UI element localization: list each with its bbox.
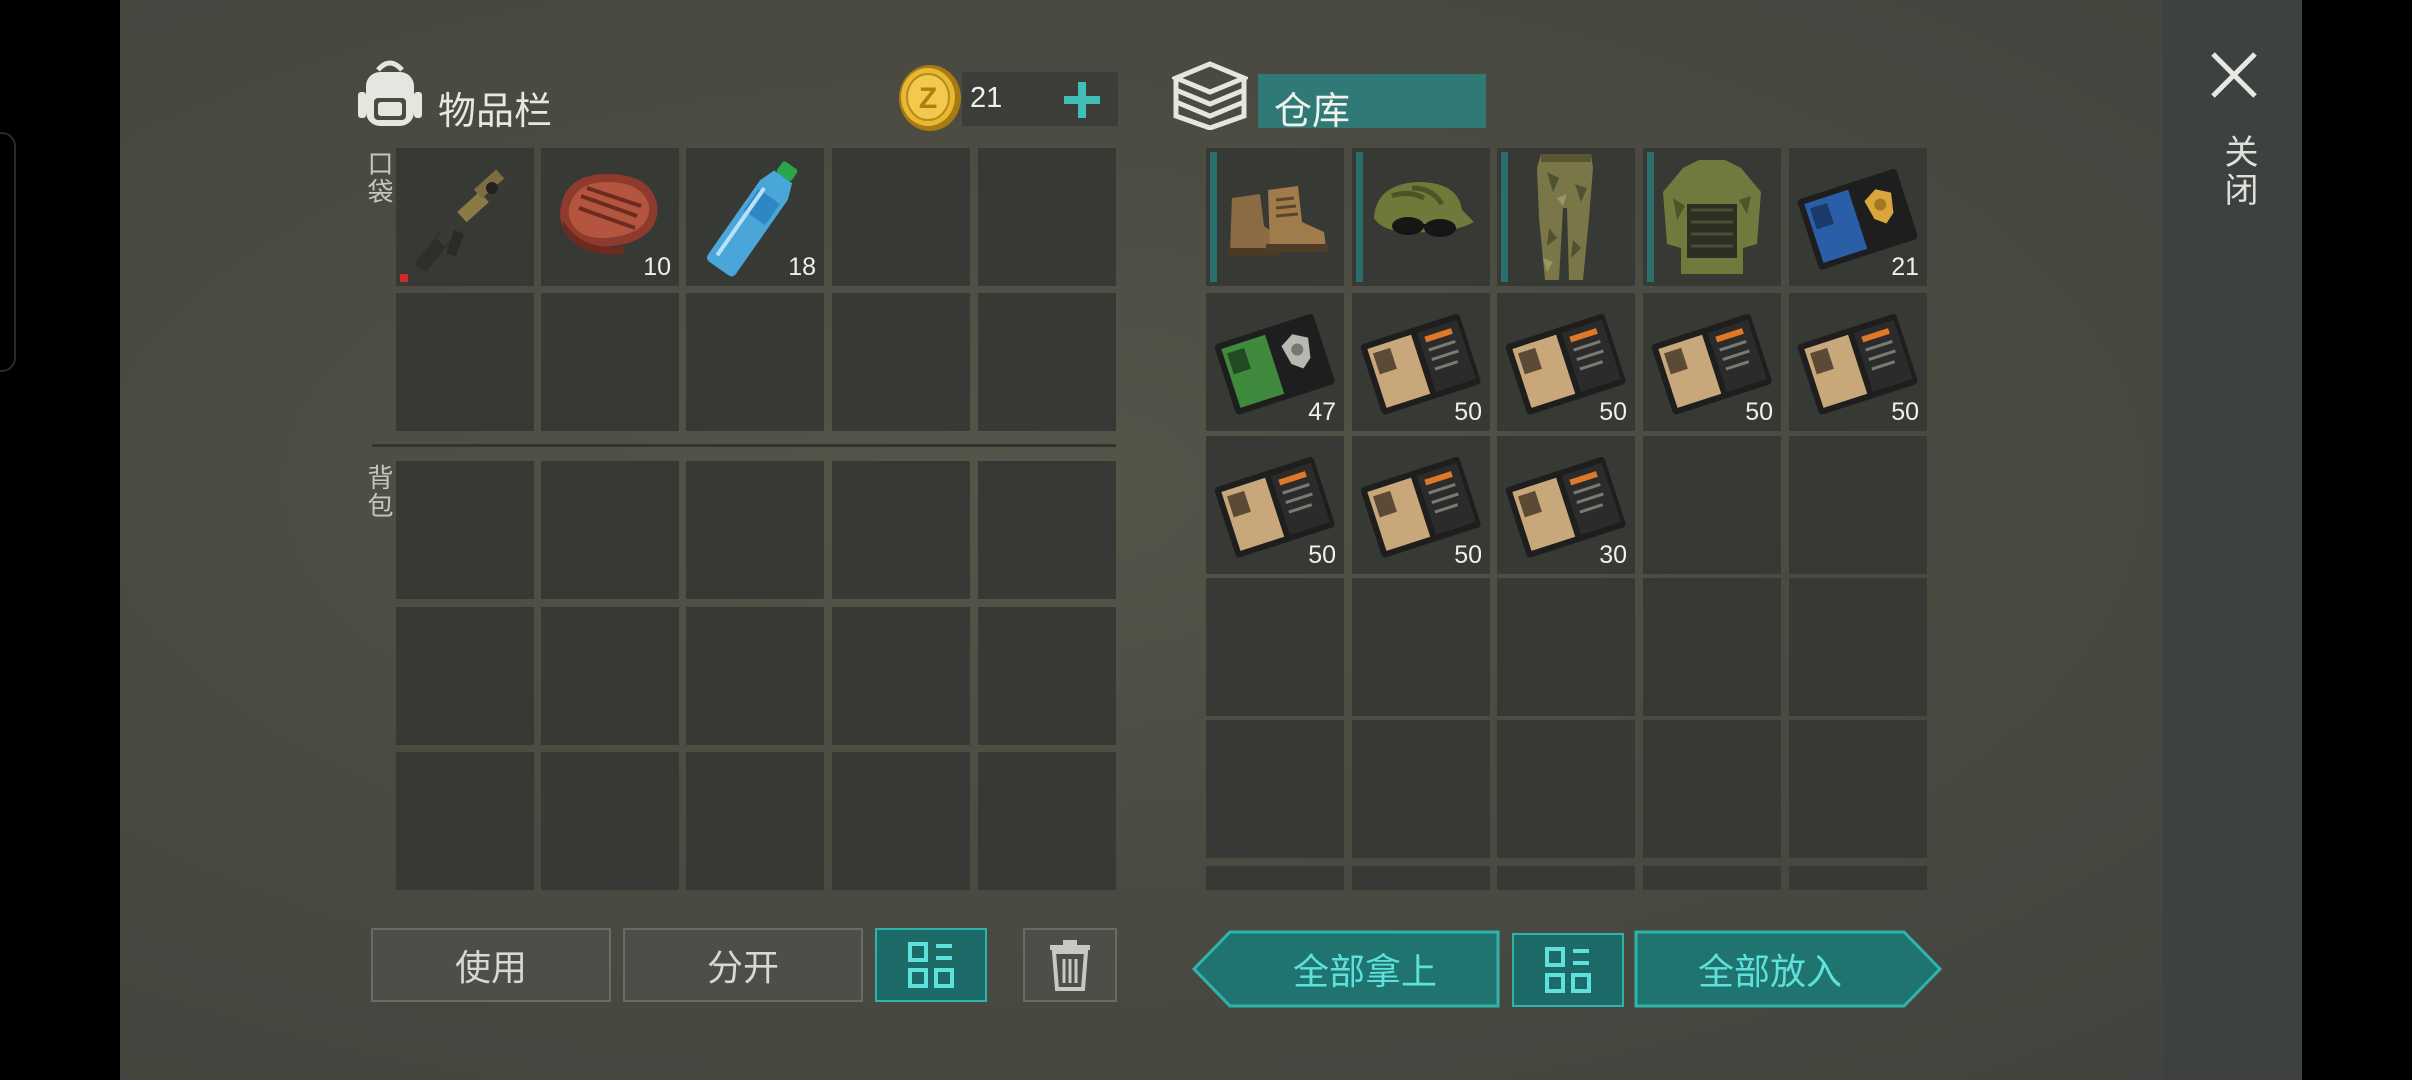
item-quantity: 10 [643,253,671,281]
grid-sort-icon [1545,947,1591,993]
backpack-slot[interactable] [686,752,824,890]
storage-slot-partial[interactable] [1643,866,1781,890]
storage-slot[interactable] [1352,720,1490,858]
pocket-slot[interactable] [396,293,534,431]
zcoin-icon: Z [899,65,961,131]
backpack-label: 背包 [363,464,393,520]
item-quantity: 50 [1599,398,1627,426]
backpack-slot[interactable] [686,461,824,599]
storage-slot[interactable] [1352,148,1490,286]
storage-slot[interactable]: 50 [1206,436,1344,574]
item-quantity: 50 [1891,398,1919,426]
backpack-slot[interactable] [832,607,970,745]
pocket-slot[interactable] [832,293,970,431]
storage-slot[interactable] [1643,720,1781,858]
pocket-slot[interactable] [978,293,1116,431]
pocket-slot[interactable] [832,148,970,286]
storage-slot[interactable]: 50 [1352,293,1490,431]
close-icon[interactable] [2209,50,2259,100]
add-coins-icon[interactable] [1062,80,1102,120]
storage-slot[interactable] [1789,578,1927,716]
backpack-slot[interactable] [832,461,970,599]
item-quantity: 47 [1308,398,1336,426]
storage-slot[interactable] [1643,148,1781,286]
item-quantity: 50 [1454,398,1482,426]
item-quantity: 50 [1454,541,1482,569]
backpack-slot[interactable] [396,607,534,745]
pocket-label: 口袋 [363,150,393,206]
item-quantity: 18 [788,253,816,281]
backpack-icon [358,60,422,126]
backpack-slot[interactable] [978,461,1116,599]
backpack-slot[interactable] [396,461,534,599]
cap-with-sunglasses-icon [1374,182,1474,237]
storage-slot[interactable] [1789,436,1927,574]
item-quantity: 50 [1308,541,1336,569]
coin-balance: 21 [970,82,1003,114]
pocket-slot[interactable] [686,293,824,431]
storage-slot-partial[interactable] [1789,866,1927,890]
storage-slot-partial[interactable] [1497,866,1635,890]
item-quantity: 50 [1745,398,1773,426]
backpack-slot[interactable] [541,607,679,745]
item-quantity: 30 [1599,541,1627,569]
pocket-slot[interactable] [396,148,534,286]
boots-icon [1228,186,1328,256]
storage-slot[interactable]: 50 [1352,436,1490,574]
pocket-slot[interactable] [541,293,679,431]
split-button[interactable]: 分开 [623,928,863,1002]
close-label[interactable]: 关闭 [2214,134,2263,210]
svg-text:Z: Z [919,82,937,115]
storage-slot[interactable] [1206,148,1344,286]
storage-slot[interactable] [1497,578,1635,716]
grid-sort-icon [908,942,954,988]
storage-slot[interactable] [1643,436,1781,574]
backpack-slot[interactable] [832,752,970,890]
storage-slot[interactable] [1497,148,1635,286]
pocket-slot[interactable]: 10 [541,148,679,286]
storage-slot[interactable] [1206,720,1344,858]
backpack-slot[interactable] [978,607,1116,745]
backpack-slot[interactable] [541,461,679,599]
trash-button[interactable] [1023,928,1117,1002]
backpack-slot[interactable] [686,607,824,745]
equipped-marker [400,274,408,282]
backpack-slot[interactable] [978,752,1116,890]
storage-slot[interactable] [1789,720,1927,858]
pocket-backpack-divider [372,444,1116,447]
camo-pants-icon [1537,154,1593,280]
backpack-slot[interactable] [396,752,534,890]
storage-slot[interactable]: 50 [1643,293,1781,431]
item-quantity: 21 [1891,253,1919,281]
storage-slot[interactable] [1352,578,1490,716]
pocket-slot[interactable] [978,148,1116,286]
storage-slot-partial[interactable] [1352,866,1490,890]
storage-slot[interactable]: 21 [1789,148,1927,286]
camo-vest-icon [1663,160,1761,274]
use-button[interactable]: 使用 [371,928,611,1002]
trash-icon [1050,940,1090,991]
storage-slot-partial[interactable] [1206,866,1344,890]
storage-slot[interactable]: 50 [1497,293,1635,431]
storage-boxes-icon [1172,61,1248,130]
storage-slot[interactable]: 30 [1497,436,1635,574]
pocket-slot[interactable]: 18 [686,148,824,286]
sort-inventory-button[interactable] [875,928,987,1002]
sort-storage-button[interactable] [1512,933,1624,1007]
storage-title: 仓库 [1274,89,1351,133]
storage-slot[interactable]: 50 [1789,293,1927,431]
inventory-title: 物品栏 [438,89,553,133]
storage-slot[interactable] [1497,720,1635,858]
rifle-icon [414,168,522,272]
game-screen: 物品栏 Z 21 仓库 口袋 背包 10 18 21 47 50 50 50 5… [0,0,2412,1080]
storage-slot[interactable]: 47 [1206,293,1344,431]
storage-slot[interactable] [1206,578,1344,716]
backpack-slot[interactable] [541,752,679,890]
take-all-button[interactable]: 全部拿上 [1230,932,1500,1006]
screen-edge-notch [0,132,16,372]
storage-slot[interactable] [1643,578,1781,716]
put-all-button[interactable]: 全部放入 [1636,932,1904,1006]
